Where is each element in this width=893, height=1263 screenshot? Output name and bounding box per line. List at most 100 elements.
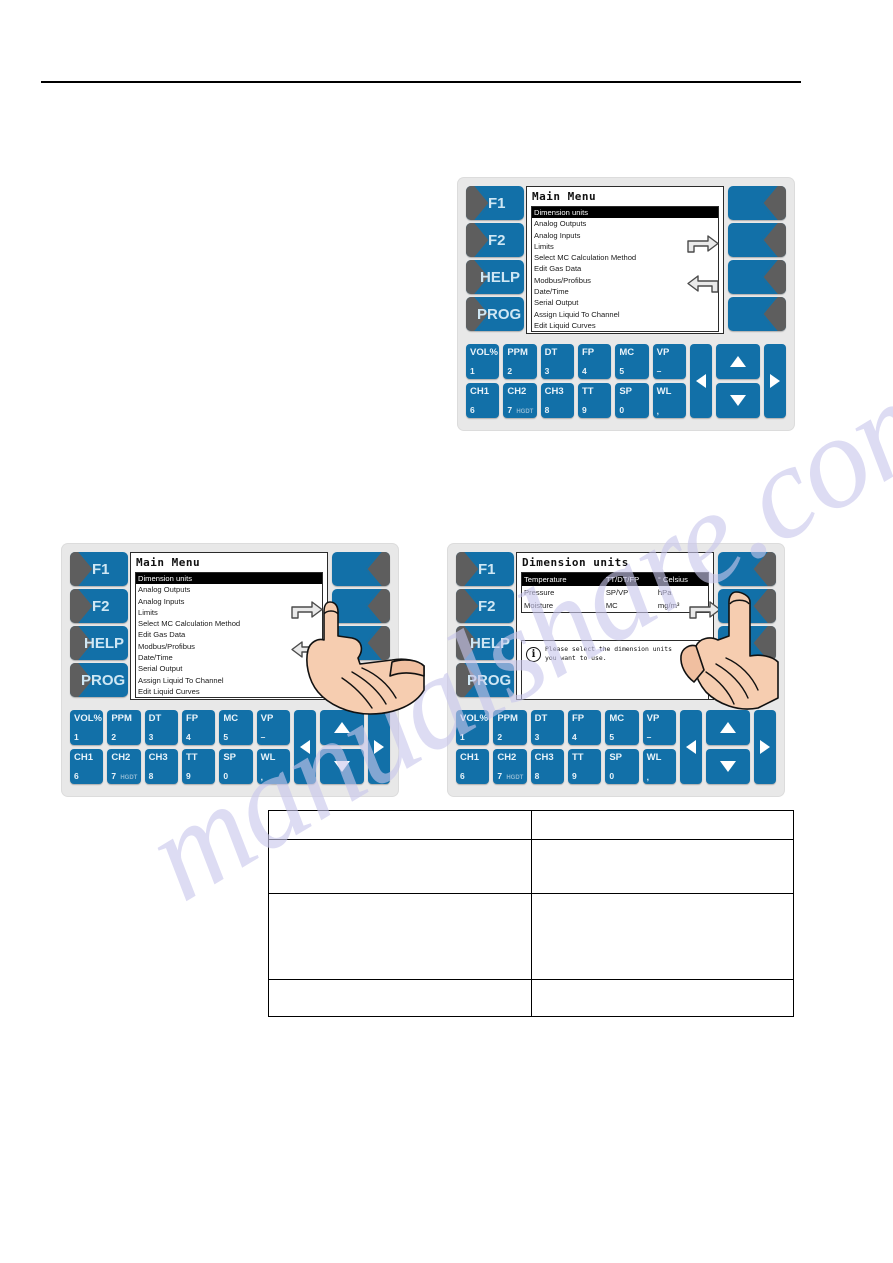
key-sp[interactable]: SP 0 — [605, 749, 639, 784]
key-fp[interactable]: FP 4 — [567, 710, 602, 745]
key-ch1[interactable]: CH1 6 — [456, 749, 490, 784]
soft-key-1[interactable] — [718, 552, 776, 586]
f2-button[interactable]: F2 — [70, 589, 128, 623]
prog-button[interactable]: PROG — [456, 663, 514, 697]
key-vol-percent[interactable]: VOL% 1 — [70, 710, 104, 745]
help-button[interactable]: HELP — [456, 626, 514, 660]
arrow-down-button[interactable] — [706, 749, 750, 784]
main-menu-list[interactable]: Dimension units Analog Outputs Analog In… — [135, 572, 323, 699]
arrow-up-button[interactable] — [320, 710, 364, 745]
key-mc[interactable]: MC 5 — [615, 344, 649, 379]
key-wl[interactable]: WL, — [642, 749, 676, 784]
key-fp[interactable]: FP 4 — [181, 710, 216, 745]
key-vp[interactable]: VP – — [256, 710, 290, 745]
key-tt[interactable]: TT 9 — [577, 383, 612, 418]
key-dt[interactable]: DT 3 — [530, 710, 564, 745]
key-wl[interactable]: WL, — [652, 383, 686, 418]
key-mc[interactable]: MC 5 — [219, 710, 253, 745]
soft-key-4[interactable] — [332, 663, 390, 697]
key-vp[interactable]: VP – — [652, 344, 686, 379]
key-label: CH1 — [470, 386, 490, 397]
key-ch1[interactable]: CH1 6 — [466, 383, 500, 418]
soft-key-2[interactable] — [332, 589, 390, 623]
units-row-pressure[interactable]: Pressure SP/VP hPa — [522, 586, 708, 599]
main-menu-list[interactable]: Dimension units Analog Outputs Analog In… — [531, 206, 719, 333]
key-dt[interactable]: DT 3 — [540, 344, 574, 379]
table-cell[interactable] — [530, 893, 794, 980]
arrow-left-button[interactable] — [294, 710, 316, 784]
prog-button[interactable]: PROG — [70, 663, 128, 697]
soft-key-4[interactable] — [728, 297, 786, 331]
key-ch1[interactable]: CH1 6 — [70, 749, 104, 784]
key-wl[interactable]: WL, — [256, 749, 290, 784]
key-mc[interactable]: MC 5 — [605, 710, 639, 745]
dpad-top — [690, 344, 786, 418]
key-sp[interactable]: SP 0 — [615, 383, 649, 418]
arrow-down-button[interactable] — [716, 383, 760, 418]
menu-item[interactable]: Dimension units — [532, 207, 718, 219]
soft-key-3[interactable] — [718, 626, 776, 660]
key-ch2[interactable]: CH2 7 HGDT — [493, 749, 527, 784]
key-ppm[interactable]: PPM 2 — [107, 710, 141, 745]
arrow-up-button[interactable] — [706, 710, 750, 745]
help-button[interactable]: HELP — [466, 260, 524, 294]
key-tt[interactable]: TT 9 — [567, 749, 602, 784]
key-ch2[interactable]: CH2 7 HGDT — [503, 383, 537, 418]
menu-item[interactable]: Serial Output — [532, 297, 718, 308]
f2-button[interactable]: F2 — [466, 223, 524, 257]
arrow-right-button[interactable] — [754, 710, 776, 784]
soft-key-3[interactable] — [728, 260, 786, 294]
menu-item[interactable]: Analog Outputs — [136, 584, 322, 595]
table-cell[interactable] — [530, 810, 794, 840]
key-ppm[interactable]: PPM 2 — [503, 344, 537, 379]
help-button[interactable]: HELP — [70, 626, 128, 660]
dimension-units-table[interactable]: Temperature TT/DT/FP ° Celsius Pressure … — [521, 572, 709, 613]
menu-item[interactable]: Serial Output — [136, 663, 322, 674]
soft-key-1[interactable] — [332, 552, 390, 586]
table-cell[interactable] — [530, 839, 794, 894]
arrow-left-button[interactable] — [690, 344, 712, 418]
menu-item[interactable]: Assign Liquid To Channel — [532, 309, 718, 320]
f1-button[interactable]: F1 — [456, 552, 514, 586]
table-cell[interactable] — [530, 979, 794, 1017]
units-row-temperature[interactable]: Temperature TT/DT/FP ° Celsius — [522, 573, 708, 586]
soft-key-4[interactable] — [718, 663, 776, 697]
soft-key-2[interactable] — [718, 589, 776, 623]
units-row-moisture[interactable]: Moisture MC mg/m³ — [522, 599, 708, 612]
menu-item[interactable]: Dimension units — [136, 573, 322, 585]
f1-button[interactable]: F1 — [70, 552, 128, 586]
key-dt[interactable]: DT 3 — [144, 710, 178, 745]
key-ppm[interactable]: PPM 2 — [493, 710, 527, 745]
arrow-down-button[interactable] — [320, 749, 364, 784]
key-ch3[interactable]: CH3 8 — [540, 383, 574, 418]
table-cell[interactable] — [268, 810, 532, 840]
menu-item[interactable]: Edit Liquid Curves — [532, 320, 718, 331]
menu-item[interactable]: Analog Outputs — [532, 218, 718, 229]
key-sp[interactable]: SP 0 — [219, 749, 253, 784]
f1-button[interactable]: F1 — [466, 186, 524, 220]
f2-button[interactable]: F2 — [456, 589, 514, 623]
table-cell[interactable] — [268, 893, 532, 980]
header-rule — [41, 81, 801, 83]
key-ch3[interactable]: CH3 8 — [144, 749, 178, 784]
key-ch2[interactable]: CH2 7 HGDT — [107, 749, 141, 784]
key-vp[interactable]: VP – — [642, 710, 676, 745]
key-fp[interactable]: FP 4 — [577, 344, 612, 379]
soft-key-1[interactable] — [728, 186, 786, 220]
arrow-up-button[interactable] — [716, 344, 760, 379]
soft-key-2[interactable] — [728, 223, 786, 257]
key-vol-percent[interactable]: VOL% 1 — [466, 344, 500, 379]
arrow-right-button[interactable] — [764, 344, 786, 418]
key-ch3[interactable]: CH3 8 — [530, 749, 564, 784]
key-digit: 1 — [74, 732, 79, 742]
soft-key-3[interactable] — [332, 626, 390, 660]
key-vol-percent[interactable]: VOL% 1 — [456, 710, 490, 745]
menu-item[interactable]: Edit Liquid Curves — [136, 686, 322, 697]
table-cell[interactable] — [268, 839, 532, 894]
prog-button[interactable]: PROG — [466, 297, 524, 331]
table-cell[interactable] — [268, 979, 532, 1017]
menu-item[interactable]: Assign Liquid To Channel — [136, 675, 322, 686]
arrow-left-button[interactable] — [680, 710, 702, 784]
key-tt[interactable]: TT 9 — [181, 749, 216, 784]
arrow-right-button[interactable] — [368, 710, 390, 784]
